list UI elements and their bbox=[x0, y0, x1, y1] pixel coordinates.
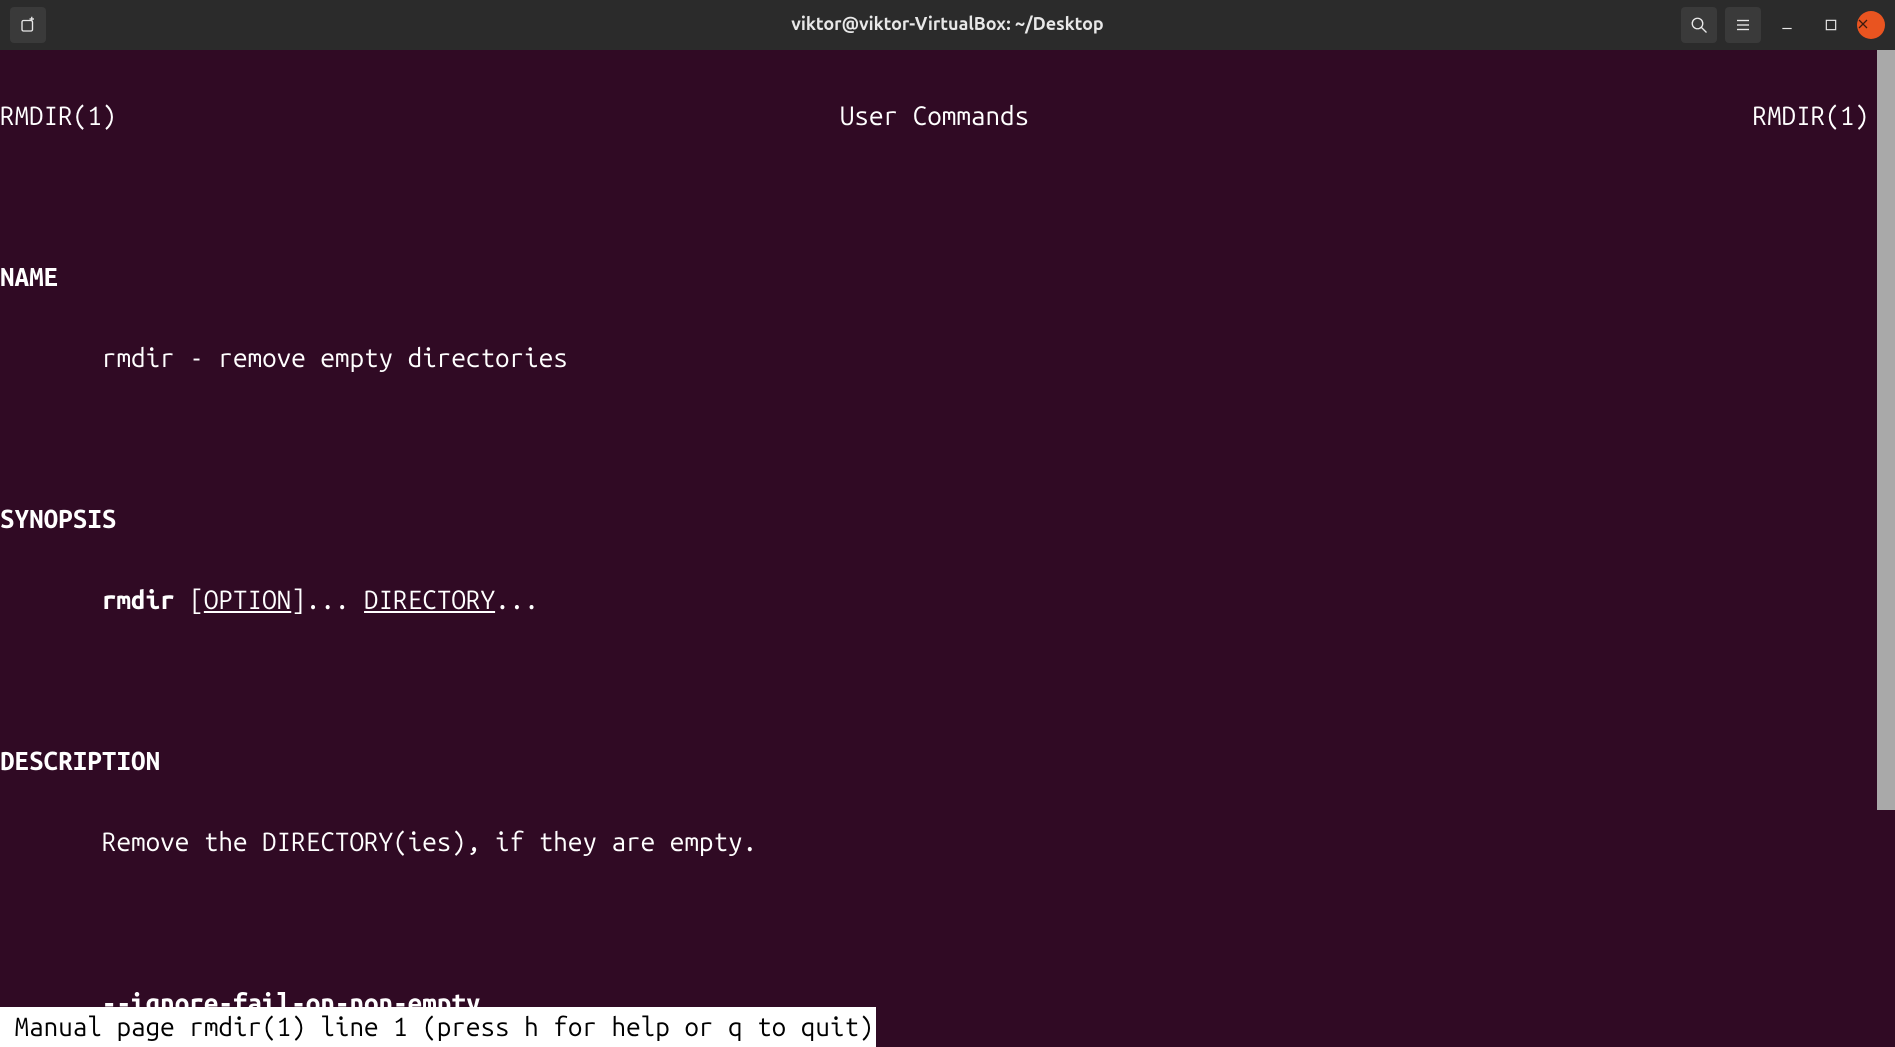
synopsis-body: rmdir [OPTION]... DIRECTORY... bbox=[0, 580, 1875, 620]
section-synopsis-heading: SYNOPSIS bbox=[0, 499, 1875, 539]
window-titlebar: viktor@viktor-VirtualBox: ~/Desktop bbox=[0, 0, 1895, 50]
name-body: rmdir - remove empty directories bbox=[0, 338, 1875, 378]
man-page-content: RMDIR(1) User Commands RMDIR(1) NAME rmdir… bbox=[0, 56, 1875, 1047]
man-header-left: RMDIR(1) bbox=[0, 96, 116, 136]
man-header-center: User Commands bbox=[840, 96, 1029, 136]
close-button[interactable] bbox=[1857, 11, 1885, 39]
search-button[interactable] bbox=[1681, 7, 1717, 43]
minimize-button[interactable] bbox=[1769, 7, 1805, 43]
terminal-area[interactable]: RMDIR(1) User Commands RMDIR(1) NAME rmdir… bbox=[0, 50, 1895, 1047]
man-header-right: RMDIR(1) bbox=[1753, 96, 1869, 136]
section-description-heading: DESCRIPTION bbox=[0, 741, 1875, 781]
description-intro: Remove the DIRECTORY(ies), if they are e… bbox=[0, 822, 1875, 862]
section-name-heading: NAME bbox=[0, 257, 1875, 297]
new-tab-button[interactable] bbox=[10, 7, 46, 43]
man-status-line: Manual page rmdir(1) line 1 (press h for… bbox=[0, 1007, 876, 1047]
menu-button[interactable] bbox=[1725, 7, 1761, 43]
man-header-row: RMDIR(1) User Commands RMDIR(1) bbox=[0, 96, 1875, 136]
window-title: viktor@viktor-VirtualBox: ~/Desktop bbox=[0, 11, 1895, 39]
maximize-button[interactable] bbox=[1813, 7, 1849, 43]
scrollbar-thumb[interactable] bbox=[1877, 50, 1895, 810]
